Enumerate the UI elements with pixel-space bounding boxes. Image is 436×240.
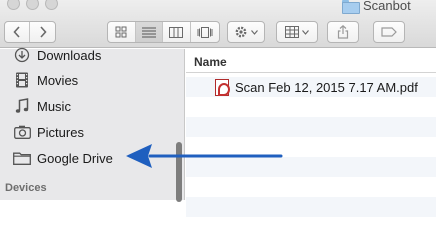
column-view-icon	[169, 26, 184, 38]
folder-icon	[13, 149, 31, 167]
list-view-button[interactable]	[135, 22, 164, 42]
table-row[interactable]: Scan Feb 12, 2015 7.17 AM.pdf	[186, 77, 436, 97]
sidebar-item-label: Music	[37, 98, 71, 114]
sidebar-item-google-drive[interactable]: Google Drive	[0, 145, 184, 171]
sidebar: Downloads Movies Music Pictures Google D…	[0, 48, 185, 202]
window-title-text: Scanbot	[363, 0, 411, 13]
icon-view-button[interactable]	[108, 22, 136, 42]
chevron-down-icon	[302, 29, 309, 35]
file-name: Scan Feb 12, 2015 7.17 AM.pdf	[235, 80, 418, 95]
cover-flow-view-button[interactable]	[191, 22, 219, 42]
downloads-icon	[13, 46, 31, 64]
forward-button[interactable]	[30, 22, 55, 42]
sidebar-item-label: Movies	[37, 72, 79, 88]
folder-icon	[342, 0, 360, 14]
sidebar-item-music[interactable]: Music	[0, 93, 184, 119]
column-header-name[interactable]: Name	[194, 55, 227, 69]
sidebar-item-pictures[interactable]: Pictures	[0, 119, 184, 145]
list-header: Name	[186, 49, 436, 73]
pdf-file-icon	[215, 79, 230, 96]
close-window-button[interactable]	[7, 0, 20, 10]
empty-row	[186, 177, 436, 197]
column-view-button[interactable]	[163, 22, 191, 42]
sidebar-item-label: Pictures	[37, 124, 84, 140]
sidebar-item-label: Google Drive	[37, 150, 113, 166]
sidebar-section-devices: Devices	[5, 182, 47, 194]
window-toolbar: Scanbot	[0, 0, 436, 48]
minimize-window-button[interactable]	[26, 0, 39, 10]
sidebar-item-movies[interactable]: Movies	[0, 67, 184, 93]
zoom-window-button[interactable]	[45, 0, 58, 10]
icon-view-icon	[115, 26, 127, 38]
sidebar-item-downloads[interactable]: Downloads	[0, 42, 184, 68]
chevron-down-icon	[251, 29, 258, 35]
share-button[interactable]	[327, 21, 359, 43]
tag-icon	[381, 27, 397, 37]
tags-button[interactable]	[373, 21, 405, 43]
navigation-buttons	[4, 21, 56, 43]
empty-row	[186, 137, 436, 157]
empty-row	[186, 97, 436, 117]
film-icon	[13, 71, 31, 89]
file-list: Name Scan Feb 12, 2015 7.17 AM.pdf	[186, 49, 436, 217]
arrange-menu-button[interactable]	[276, 21, 318, 43]
view-mode-selector	[107, 21, 220, 43]
sidebar-item-label: Downloads	[37, 47, 102, 63]
camera-icon	[13, 123, 31, 141]
music-note-icon	[13, 97, 31, 115]
empty-row	[186, 157, 436, 177]
back-button[interactable]	[5, 22, 31, 42]
chevron-right-icon	[39, 26, 47, 38]
action-menu-button[interactable]	[227, 21, 265, 43]
gear-icon	[235, 26, 247, 38]
grid-arrange-icon	[285, 26, 299, 38]
empty-row	[186, 197, 436, 217]
sidebar-scrollbar[interactable]	[176, 142, 182, 202]
list-view-icon	[141, 27, 156, 37]
share-icon	[337, 25, 349, 39]
window-title: Scanbot	[342, 0, 411, 14]
cover-flow-view-icon	[197, 26, 213, 38]
empty-row	[186, 117, 436, 137]
chevron-left-icon	[13, 26, 20, 38]
